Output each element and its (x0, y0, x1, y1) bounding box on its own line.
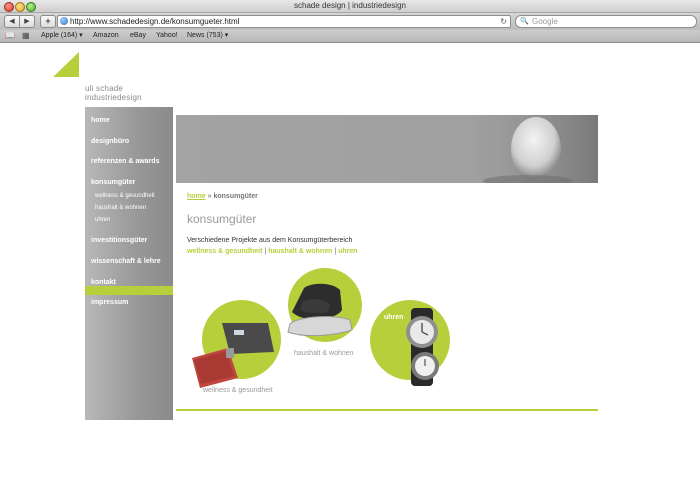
bookmark-yahoo[interactable]: Yahoo! (156, 30, 178, 42)
bookmark-apple[interactable]: Apple (164) ▾ (41, 30, 83, 42)
sidebar-subitem-wellness[interactable]: wellness & gesundheit (95, 193, 155, 199)
wellness-circle-label[interactable]: wellness & gesundheit (203, 387, 273, 394)
search-placeholder: Google (532, 17, 558, 26)
sidebar-subitem-haushalt[interactable]: haushalt & wohnen (95, 205, 146, 211)
search-input[interactable]: 🔍 Google (515, 15, 697, 28)
footer-divider (176, 409, 598, 411)
address-bar[interactable]: http://www.schadedesign.de/konsumgueter.… (57, 15, 511, 28)
category-separator: | (334, 248, 337, 255)
breadcrumb-current: konsumgüter (213, 193, 258, 200)
globe-icon (60, 17, 68, 25)
header-banner-image (176, 115, 598, 187)
sidebar-nav: home designbüro referenzen & awards kons… (85, 107, 173, 420)
book-icon[interactable]: 📖 (5, 31, 15, 41)
egg-image (476, 115, 598, 187)
sidebar-subitem-uhren[interactable]: uhren (95, 217, 110, 223)
category-link-haushalt[interactable]: haushalt & wohnen (268, 248, 332, 255)
logo-line-2: industriedesign (85, 93, 142, 102)
category-link-wellness[interactable]: wellness & gesundheit (187, 248, 262, 255)
bookmark-news[interactable]: News (753) ▾ (187, 30, 228, 42)
browser-toolbar: ◀ ▶ + http://www.schadedesign.de/konsumg… (0, 13, 700, 30)
back-button[interactable]: ◀ (4, 15, 20, 28)
scale-and-pillow-image[interactable] (186, 318, 281, 388)
logo-line-1: uli schade (85, 84, 124, 93)
category-link-uhren[interactable]: uhren (338, 248, 357, 255)
add-bookmark-button[interactable]: + (40, 15, 56, 28)
forward-button[interactable]: ▶ (19, 15, 35, 28)
site-logo[interactable]: uli schade industriedesign (85, 84, 142, 102)
category-separator: | (264, 248, 267, 255)
breadcrumb-home-link[interactable]: home (187, 193, 206, 200)
url-text[interactable]: http://www.schadedesign.de/konsumgueter.… (70, 16, 239, 27)
bookmark-ebay[interactable]: eBay (130, 30, 146, 42)
haushalt-circle-label[interactable]: haushalt & wohnen (294, 350, 354, 357)
window-title: schade design | industriedesign (294, 1, 406, 10)
logo-triangle (53, 52, 79, 77)
category-links: wellness & gesundheit | haushalt & wohne… (187, 248, 358, 255)
breadcrumb: home » konsumgüter (187, 193, 258, 200)
reload-icon[interactable]: ↻ (500, 16, 507, 27)
search-icon: 🔍 (520, 18, 529, 25)
bookmarks-bar: 📖 ▦ Apple (164) ▾ Amazon eBay Yahoo! New… (0, 30, 700, 43)
active-nav-highlight (85, 286, 173, 295)
bookmark-amazon[interactable]: Amazon (93, 30, 119, 42)
page-title: konsumgüter (187, 212, 257, 226)
breadcrumb-separator: » (207, 193, 212, 200)
iron-image[interactable] (284, 280, 356, 342)
grid-icon[interactable]: ▦ (22, 31, 30, 41)
window-titlebar: schade design | industriedesign (0, 0, 700, 13)
watch-image[interactable] (395, 308, 455, 388)
intro-text: Verschiedene Projekte aus dem Konsumgüte… (187, 237, 353, 244)
